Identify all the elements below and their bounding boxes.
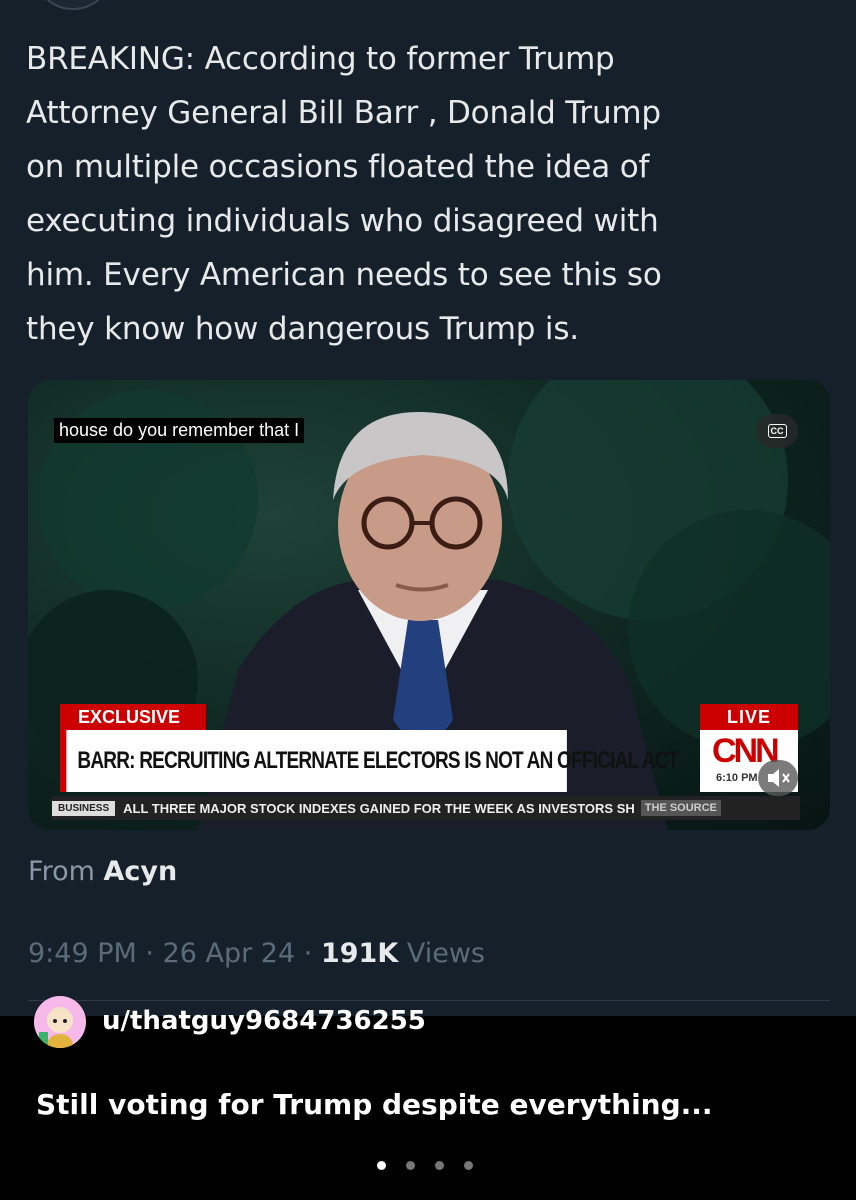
from-prefix: From <box>28 856 95 887</box>
from-account-link[interactable]: Acyn <box>104 856 178 887</box>
tweet-text-line: executing individuals who disagreed with <box>26 203 659 239</box>
tweet-card: BREAKING: According to former Trump Atto… <box>0 0 856 1016</box>
exclusive-banner: EXCLUSIVE <box>60 704 206 730</box>
video-caption: house do you remember that I <box>54 418 305 443</box>
tweet-text: BREAKING: According to former Trump Atto… <box>26 32 826 356</box>
news-ticker: BUSINESS ALL THREE MAJOR STOCK INDEXES G… <box>52 796 800 820</box>
post-title: Still voting for Trump despite everythin… <box>36 1088 713 1121</box>
tweet-time[interactable]: 9:49 PM <box>28 938 137 969</box>
carousel-indicator <box>377 1161 473 1170</box>
meta-separator: · <box>145 938 154 969</box>
ticker-tag: BUSINESS <box>52 800 116 816</box>
ticker-source: THE SOURCE <box>640 800 721 816</box>
meta-separator: · <box>303 938 313 969</box>
carousel-dot[interactable] <box>435 1161 444 1170</box>
views-count: 191K <box>320 938 399 969</box>
carousel-dot[interactable] <box>464 1161 473 1170</box>
tweet-date[interactable]: 26 Apr 24 <box>163 938 296 969</box>
closed-captions-icon: CC <box>767 424 787 438</box>
tweet-author-avatar[interactable] <box>40 0 106 10</box>
carousel-dot[interactable] <box>377 1161 386 1170</box>
post-username[interactable]: u/thatguy9684736255 <box>102 1006 426 1036</box>
chyron-headline: BARR: RECRUITING ALTERNATE ELECTORS IS N… <box>60 730 679 792</box>
tweet-text-line: Attorney General Bill Barr , Donald Trum… <box>26 95 661 131</box>
user-avatar[interactable] <box>34 996 86 1048</box>
tweet-text-line: BREAKING: According to former Trump <box>26 41 615 77</box>
tweet-text-line: on multiple occasions floated the idea o… <box>26 149 650 185</box>
speaker-muted-icon <box>768 769 790 787</box>
avatar-image <box>34 996 86 1048</box>
live-banner: LIVE <box>700 704 798 730</box>
views-label: Views <box>406 938 485 969</box>
ticker-text: ALL THREE MAJOR STOCK INDEXES GAINED FOR… <box>123 800 635 816</box>
mute-button[interactable] <box>758 760 798 796</box>
broadcast-time: 6:10 PM <box>716 772 758 784</box>
tweet-text-line: they know how dangerous Trump is. <box>26 311 579 347</box>
divider <box>28 1000 830 1001</box>
tweet-meta: 9:49 PM · 26 Apr 24 · 191K Views <box>28 938 485 969</box>
carousel-dot[interactable] <box>406 1161 415 1170</box>
closed-captions-button[interactable]: CC <box>756 414 798 448</box>
tweet-text-line: him. Every American needs to see this so <box>26 257 662 293</box>
video-attribution: From Acyn <box>28 856 177 887</box>
